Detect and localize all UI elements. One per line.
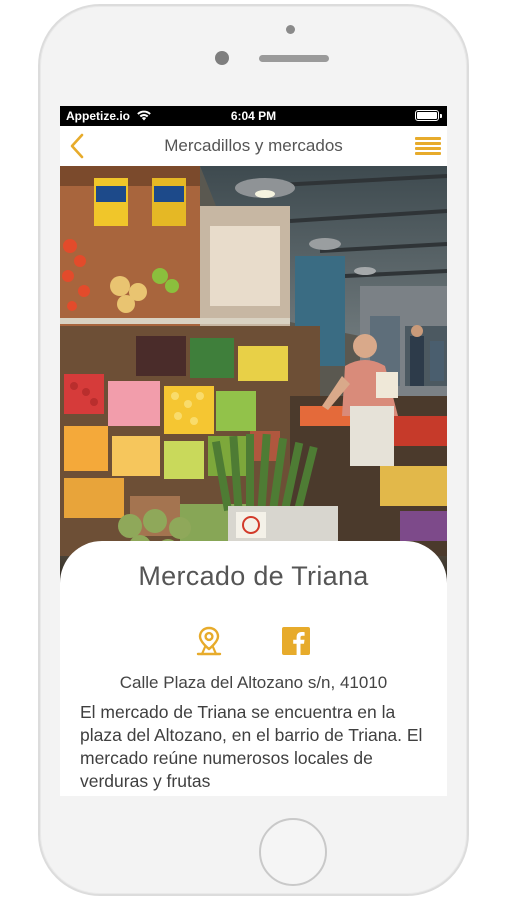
market-photo	[60, 166, 447, 586]
status-bar: Appetize.io 6:04 PM	[60, 106, 447, 126]
proximity-sensor	[286, 25, 295, 34]
front-camera	[215, 51, 229, 65]
battery-icon	[415, 110, 442, 121]
place-address: Calle Plaza del Altozano s/n, 41010	[119, 673, 388, 692]
place-title: Mercado de Triana	[138, 561, 369, 591]
chevron-left-icon[interactable]	[66, 132, 90, 160]
navigation-bar: Mercadillos y mercados	[60, 126, 447, 166]
place-card: Mercado de Triana Calle Plaza del Altoza…	[60, 541, 447, 796]
home-button[interactable]	[259, 818, 327, 886]
earpiece-speaker	[259, 55, 329, 62]
facebook-icon[interactable]	[282, 627, 310, 655]
nav-title: Mercadillos y mercados	[164, 136, 343, 155]
place-description: El mercado de Triana se encuentra en la …	[80, 702, 423, 791]
app-screen: Appetize.io 6:04 PM Mercadillos y mercad…	[60, 106, 447, 796]
location-pin-icon[interactable]	[195, 625, 223, 657]
status-time: 6:04 PM	[230, 109, 277, 123]
hamburger-menu-icon[interactable]	[415, 135, 441, 157]
